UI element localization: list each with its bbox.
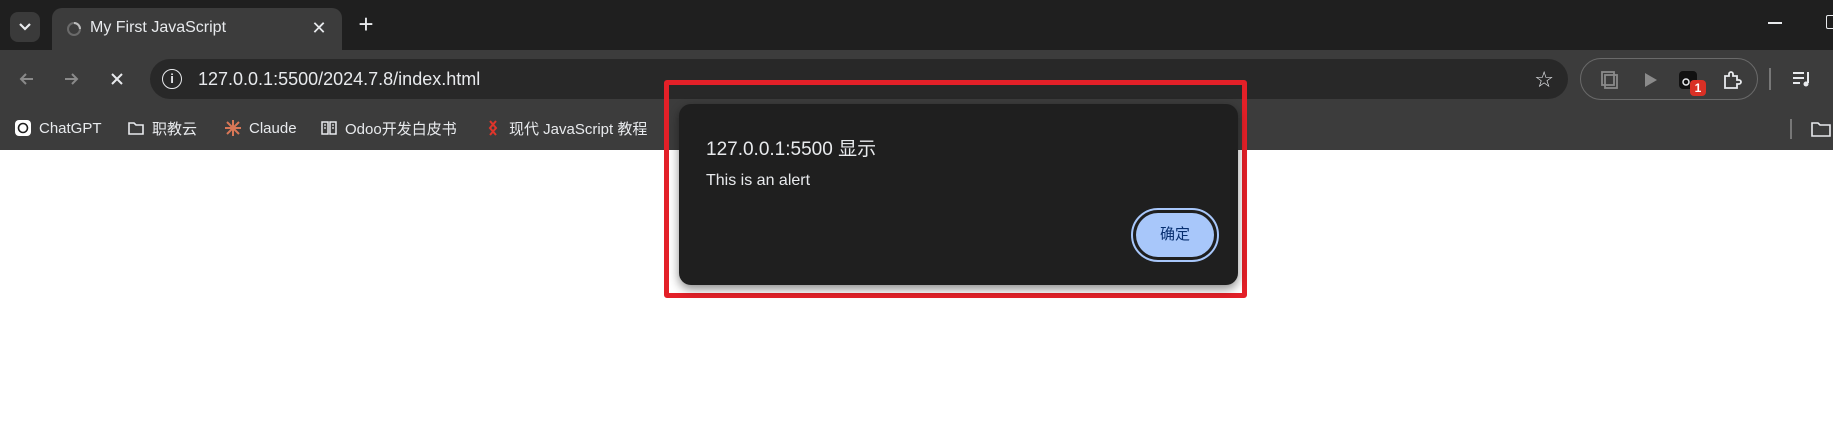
back-button[interactable] xyxy=(12,64,42,94)
tab-strip: My First JavaScript ✕ + xyxy=(0,0,1833,50)
bookmark-item[interactable]: 职教云 xyxy=(127,116,197,140)
chevron-down-icon xyxy=(19,23,31,31)
chatgpt-icon xyxy=(15,120,31,136)
bookmark-label: ChatGPT xyxy=(39,119,102,137)
toolbar-divider xyxy=(1769,68,1771,90)
new-tab-button[interactable]: + xyxy=(354,11,378,37)
dialog-title: 127.0.0.1:5500 显示 xyxy=(706,139,877,160)
js-info-icon xyxy=(488,120,498,136)
forward-button[interactable] xyxy=(56,64,86,94)
copy-icon[interactable] xyxy=(1599,69,1621,91)
tab-active[interactable]: My First JavaScript ✕ xyxy=(52,8,342,50)
close-icon xyxy=(111,73,123,85)
tab-title: My First JavaScript xyxy=(90,19,227,36)
bookmark-star-icon[interactable]: ☆ xyxy=(1534,67,1554,93)
site-info-icon[interactable]: i xyxy=(162,69,182,89)
bookmark-label: 现代 JavaScript 教程 xyxy=(509,120,648,138)
bookmarks-divider xyxy=(1790,119,1792,139)
arrow-left-icon xyxy=(19,73,33,85)
extensions-puzzle-icon[interactable] xyxy=(1721,69,1743,91)
claude-icon xyxy=(225,120,241,136)
book-icon xyxy=(321,121,337,135)
alert-dialog: 127.0.0.1:5500 显示 This is an alert 确定 xyxy=(679,104,1238,285)
url-text[interactable]: 127.0.0.1:5500/2024.7.8/index.html xyxy=(198,69,480,90)
folder-icon xyxy=(128,122,144,135)
bookmark-item[interactable]: Odoo开发白皮书 xyxy=(320,116,457,140)
bookmark-item[interactable]: 现代 JavaScript 教程 xyxy=(484,116,647,140)
all-bookmarks-folder-icon[interactable] xyxy=(1810,120,1832,138)
bookmark-item[interactable]: Claude xyxy=(224,116,297,140)
bookmark-label: Odoo开发白皮书 xyxy=(345,120,457,138)
minimize-icon[interactable] xyxy=(1768,22,1782,24)
arrow-right-icon xyxy=(65,73,79,85)
bookmark-label: 职教云 xyxy=(152,120,198,138)
extensions-group: 1 xyxy=(1580,58,1758,100)
dialog-message: This is an alert xyxy=(706,172,811,189)
reading-list-icon[interactable] xyxy=(1790,67,1814,91)
tab-search-button[interactable] xyxy=(10,12,40,42)
extension-badge: 1 xyxy=(1690,80,1706,96)
stop-loading-button[interactable] xyxy=(102,64,132,94)
bookmark-item[interactable]: ChatGPT xyxy=(14,116,102,140)
maximize-icon[interactable] xyxy=(1826,15,1833,29)
play-icon[interactable] xyxy=(1639,69,1661,91)
loading-spinner-icon xyxy=(67,22,81,36)
bookmark-label: Claude xyxy=(249,119,297,137)
tab-close-icon[interactable]: ✕ xyxy=(308,17,330,39)
ok-button[interactable]: 确定 xyxy=(1136,213,1214,257)
